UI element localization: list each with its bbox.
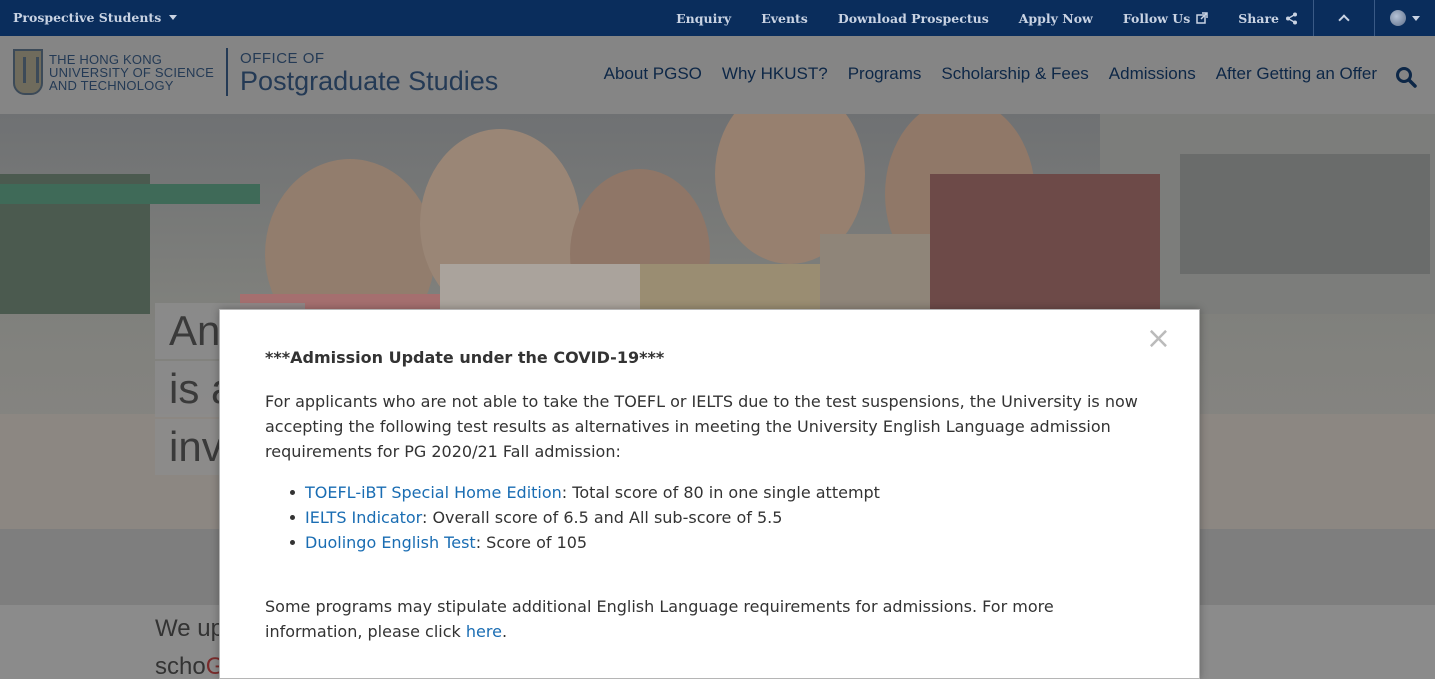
share-label: Share	[1238, 10, 1279, 26]
enquiry-link[interactable]: Enquiry	[661, 11, 746, 26]
list-item-text: : Score of 105	[475, 533, 588, 552]
university-name: THE HONG KONG UNIVERSITY OF SCIENCE AND …	[49, 53, 214, 92]
scroll-top-button[interactable]	[1314, 0, 1374, 36]
download-prospectus-link[interactable]: Download Prospectus	[823, 11, 1004, 26]
university-line: AND TECHNOLOGY	[49, 77, 174, 93]
modal-note-end: .	[501, 622, 508, 641]
follow-us-label: Follow Us	[1122, 10, 1191, 26]
enquiry-label: Enquiry	[676, 10, 732, 26]
nav-scholarship-fees[interactable]: Scholarship & Fees	[941, 64, 1088, 84]
hkust-logo[interactable]: THE HONG KONG UNIVERSITY OF SCIENCE AND …	[13, 48, 498, 96]
office-big: Postgraduate Studies	[240, 65, 499, 96]
events-label: Events	[761, 10, 808, 26]
university-line: THE HONG KONG	[49, 51, 163, 67]
download-prospectus-label: Download Prospectus	[837, 10, 989, 26]
list-item-text: : Total score of 80 in one single attemp…	[561, 483, 880, 502]
alternative-tests-list: TOEFL-iBT Special Home Edition: Total sc…	[290, 480, 880, 555]
chevron-down-icon	[1412, 15, 1420, 21]
list-item-text: : Overall score of 6.5 and All sub-score…	[421, 508, 783, 527]
apply-now-link[interactable]: Apply Now	[1004, 11, 1108, 26]
nav-about-pgso[interactable]: About PGSO	[604, 64, 702, 84]
external-link-icon	[1196, 12, 1208, 24]
intro-line: scho	[155, 653, 206, 679]
nav-admissions[interactable]: Admissions	[1109, 64, 1196, 84]
nav-programs[interactable]: Programs	[848, 64, 922, 84]
list-item: Duolingo English Test: Score of 105	[290, 530, 880, 555]
logo-divider	[226, 48, 229, 96]
top-utility-bar: Prospective Students Enquiry Events Down…	[0, 0, 1435, 36]
toefl-home-edition-link[interactable]: TOEFL-iBT Special Home Edition	[305, 483, 562, 502]
language-selector[interactable]	[1375, 0, 1435, 36]
nav-after-offer[interactable]: After Getting an Offer	[1216, 64, 1377, 84]
search-icon[interactable]	[1395, 66, 1417, 88]
globe-icon	[1390, 10, 1406, 26]
apply-now-label: Apply Now	[1018, 10, 1093, 26]
here-link[interactable]: here	[466, 622, 502, 641]
close-icon[interactable]: ×	[1146, 322, 1171, 356]
share-icon	[1286, 12, 1297, 24]
audience-selector[interactable]: Prospective Students	[13, 10, 178, 25]
hkust-crest-icon	[13, 49, 43, 95]
university-line: UNIVERSITY OF SCIENCE	[49, 64, 215, 80]
office-name: OFFICE OF Postgraduate Studies	[240, 50, 498, 95]
modal-note: Some programs may stipulate additional E…	[265, 594, 1145, 644]
audience-label: Prospective Students	[13, 10, 162, 25]
site-header: THE HONG KONG UNIVERSITY OF SCIENCE AND …	[0, 36, 1435, 114]
nav-why-hkust[interactable]: Why HKUST?	[722, 64, 828, 84]
ielts-indicator-link[interactable]: IELTS Indicator	[305, 508, 422, 527]
events-link[interactable]: Events	[746, 11, 823, 26]
chevron-down-icon	[169, 15, 178, 20]
modal-title: ***Admission Update under the COVID-19**…	[265, 348, 665, 367]
modal-note-text: Some programs may stipulate additional E…	[265, 597, 1054, 641]
share-link[interactable]: Share	[1223, 11, 1313, 26]
duolingo-test-link[interactable]: Duolingo English Test	[305, 533, 476, 552]
modal-intro: For applicants who are not able to take …	[265, 392, 1138, 461]
follow-us-link[interactable]: Follow Us	[1108, 11, 1223, 26]
main-nav: About PGSO Why HKUST? Programs Scholarsh…	[604, 64, 1377, 84]
office-small: OFFICE OF	[240, 49, 325, 67]
list-item: TOEFL-iBT Special Home Edition: Total sc…	[290, 480, 880, 505]
covid-admission-modal: × ***Admission Update under the COVID-19…	[219, 309, 1200, 679]
chevron-up-icon	[1338, 14, 1350, 26]
list-item: IELTS Indicator: Overall score of 6.5 an…	[290, 505, 880, 530]
